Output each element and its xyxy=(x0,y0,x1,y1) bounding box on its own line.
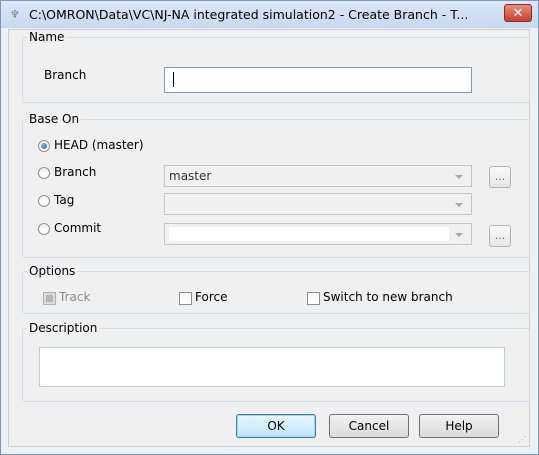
chevron-down-icon xyxy=(455,203,463,207)
chevron-down-icon xyxy=(455,175,463,179)
base-on-legend: Base On xyxy=(27,112,82,126)
commit-combo[interactable] xyxy=(164,223,472,245)
close-button[interactable]: ✕ xyxy=(504,4,532,22)
head-radio-label[interactable]: HEAD (master) xyxy=(54,138,144,152)
force-checkbox-label[interactable]: Force xyxy=(195,290,227,304)
branch-name-label: Branch xyxy=(44,68,87,82)
branch-combo[interactable]: master xyxy=(164,165,472,187)
track-checkbox-label: Track xyxy=(59,290,91,304)
text-caret xyxy=(173,72,174,87)
tag-radio[interactable] xyxy=(38,195,50,207)
window-title: C:\OMRON\Data\VC\NJ-NA integrated simula… xyxy=(29,7,469,22)
branch-radio[interactable] xyxy=(38,167,50,179)
tortoisegit-icon: ♆ xyxy=(10,8,20,21)
commit-radio[interactable] xyxy=(38,223,50,235)
switch-branch-checkbox[interactable] xyxy=(307,292,320,305)
description-group: Description xyxy=(22,321,530,402)
track-checkbox xyxy=(43,292,56,305)
browse-commit-button[interactable]: ... xyxy=(489,225,511,247)
commit-radio-label[interactable]: Commit xyxy=(54,221,101,235)
title-bar[interactable]: ♆ C:\OMRON\Data\VC\NJ-NA integrated simu… xyxy=(1,1,538,28)
tag-combo[interactable] xyxy=(164,193,472,215)
head-radio[interactable] xyxy=(38,140,50,152)
ok-button[interactable]: OK xyxy=(236,414,316,438)
name-group-legend: Name xyxy=(27,30,67,44)
branch-combo-value: master xyxy=(169,169,212,183)
commit-combo-field[interactable] xyxy=(169,227,449,241)
options-group: Options Track Force Switch to new branch xyxy=(22,264,530,314)
create-branch-dialog: ♆ C:\OMRON\Data\VC\NJ-NA integrated simu… xyxy=(0,0,539,455)
help-button[interactable]: Help xyxy=(419,414,499,438)
base-on-group: Base On HEAD (master) Branch master ... … xyxy=(22,112,530,258)
description-legend: Description xyxy=(27,321,100,335)
browse-branch-button[interactable]: ... xyxy=(489,166,511,188)
force-checkbox[interactable] xyxy=(179,292,192,305)
branch-radio-label[interactable]: Branch xyxy=(54,165,96,179)
close-icon: ✕ xyxy=(512,6,524,21)
name-group: Name Branch xyxy=(22,30,530,103)
cancel-button[interactable]: Cancel xyxy=(329,414,409,438)
switch-branch-checkbox-label[interactable]: Switch to new branch xyxy=(323,290,453,304)
options-legend: Options xyxy=(27,264,78,278)
description-input[interactable] xyxy=(39,347,505,387)
tag-radio-label[interactable]: Tag xyxy=(54,193,74,207)
branch-name-input[interactable] xyxy=(164,67,472,93)
resize-grip-icon[interactable]: ⋰ xyxy=(518,435,528,445)
radio-selected-dot xyxy=(41,143,47,149)
chevron-down-icon xyxy=(455,233,463,237)
dialog-client: Name Branch Base On HEAD (master) Branch… xyxy=(8,29,530,447)
